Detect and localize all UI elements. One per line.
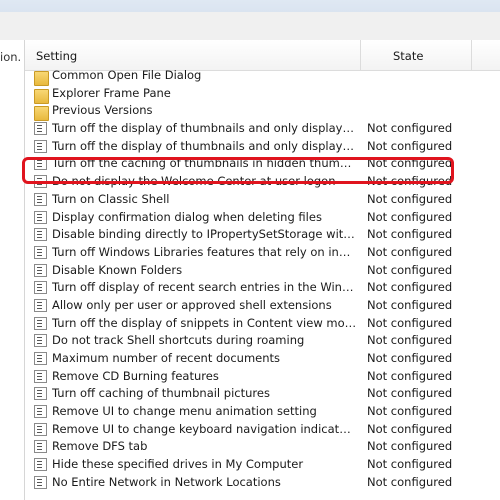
policy-setting-icon xyxy=(34,122,47,136)
policy-state: Not configured xyxy=(367,315,453,330)
folder-row[interactable]: Explorer Frame Pane xyxy=(25,85,500,104)
settings-rows: Common Open File Dialog Explorer Frame P… xyxy=(25,67,500,492)
policy-setting-icon xyxy=(34,263,47,277)
column-header-setting[interactable]: Setting xyxy=(25,40,361,70)
toolbar-area xyxy=(0,12,500,40)
policy-setting-icon xyxy=(34,352,47,365)
policy-state: Not configured xyxy=(367,244,453,259)
policy-state: Not configured xyxy=(367,333,453,348)
policy-row[interactable]: Remove CD Burning features Not configured xyxy=(25,368,500,386)
folder-row[interactable]: Previous Versions xyxy=(25,102,500,122)
policy-row[interactable]: Remove UI to change keyboard navigation … xyxy=(25,421,500,439)
policy-setting-icon xyxy=(34,475,47,489)
policy-setting-icon xyxy=(34,298,47,312)
policy-name: Maximum number of recent documents xyxy=(52,351,281,365)
policy-name: Turn on Classic Shell xyxy=(52,191,170,206)
policy-name: Remove CD Burning features xyxy=(52,368,219,383)
policy-setting-icon xyxy=(34,245,47,259)
policy-name: Turn off caching of thumbnail pictures xyxy=(52,386,270,401)
policy-row[interactable]: Turn off the display of thumbnails and o… xyxy=(25,120,500,138)
policy-state: Not configured xyxy=(367,457,453,472)
folder-row[interactable]: Common Open File Dialog xyxy=(25,67,500,86)
policy-state: Not configured xyxy=(367,138,453,153)
policy-row[interactable]: Do not track Shell shortcuts during roam… xyxy=(25,332,500,350)
policy-row[interactable]: Turn off the display of snippets in Cont… xyxy=(25,315,500,333)
policy-state: Not configured xyxy=(367,368,453,383)
window-top-strip xyxy=(0,0,500,41)
folder-name: Common Open File Dialog xyxy=(52,68,202,82)
policy-state: Not configured xyxy=(367,280,453,295)
policy-row[interactable]: Turn off caching of thumbnail pictures No… xyxy=(25,385,500,403)
policy-name: Turn off display of recent search entrie… xyxy=(52,280,357,295)
policy-row[interactable]: Turn off Windows Libraries features that… xyxy=(25,244,500,262)
column-header-state-label: State xyxy=(393,49,424,63)
policy-state: Not configured xyxy=(367,262,453,277)
policy-name: Turn off the display of thumbnails and o… xyxy=(52,121,357,136)
policy-setting-icon xyxy=(34,316,47,330)
policy-name: Hide these specified drives in My Comput… xyxy=(52,457,304,472)
policy-state: Not configured xyxy=(367,439,453,454)
policy-name: No Entire Network in Network Locations xyxy=(52,474,281,489)
policy-row[interactable]: Turn off display of recent search entrie… xyxy=(25,279,500,297)
policy-state: Not configured xyxy=(367,386,453,401)
folder-name: Previous Versions xyxy=(52,103,153,118)
policy-state: Not configured xyxy=(367,191,453,206)
policy-row[interactable]: Remove DFS tab Not configured xyxy=(25,438,500,456)
policy-row[interactable]: Hide these specified drives in My Comput… xyxy=(25,456,500,474)
policy-name: Allow only per user or approved shell ex… xyxy=(52,297,332,312)
policy-row[interactable]: Turn off the display of thumbnails and o… xyxy=(25,138,500,156)
policy-state: Not configured xyxy=(367,351,453,365)
policy-row[interactable]: No Entire Network in Network Locations No… xyxy=(25,474,500,492)
policy-setting-icon xyxy=(34,192,47,206)
highlight-box xyxy=(22,157,454,184)
policy-setting-icon xyxy=(34,369,47,383)
policy-setting-icon xyxy=(34,405,47,419)
policy-state: Not configured xyxy=(367,404,453,419)
folder-name: Explorer Frame Pane xyxy=(52,85,171,100)
column-header-setting-label: Setting xyxy=(36,49,78,63)
policy-setting-icon xyxy=(34,334,47,348)
policy-row[interactable]: Maximum number of recent documents Not co… xyxy=(25,350,500,368)
policy-state: Not configured xyxy=(367,121,453,136)
policy-state: Not configured xyxy=(367,474,453,489)
tree-pane-edge: ion. xyxy=(0,40,25,500)
policy-name: Display confirmation dialog when deletin… xyxy=(52,209,322,224)
column-header-state[interactable]: State xyxy=(361,40,472,70)
policy-row[interactable]: Remove UI to change menu animation setti… xyxy=(25,403,500,421)
policy-name: Turn off the display of thumbnails and o… xyxy=(52,138,357,153)
policy-setting-icon xyxy=(34,228,47,242)
policy-state: Not configured xyxy=(367,421,453,436)
policy-name: Remove UI to change keyboard navigation … xyxy=(52,421,357,436)
policy-row[interactable]: Allow only per user or approved shell ex… xyxy=(25,297,500,315)
policy-setting-icon xyxy=(34,210,47,224)
policy-setting-icon xyxy=(34,422,47,436)
policy-name: Remove UI to change menu animation setti… xyxy=(52,404,317,419)
policy-setting-icon xyxy=(34,387,47,401)
policy-setting-icon xyxy=(34,458,47,472)
policy-name: Do not track Shell shortcuts during roam… xyxy=(52,333,305,348)
policy-state: Not configured xyxy=(367,297,453,312)
policy-state: Not configured xyxy=(367,209,453,224)
policy-name: Turn off Windows Libraries features that… xyxy=(52,244,357,259)
policy-setting-icon xyxy=(34,281,47,295)
policy-row[interactable]: Disable binding directly to IPropertySet… xyxy=(25,226,500,244)
policy-row[interactable]: Disable Known Folders Not configured xyxy=(25,262,500,280)
policy-setting-icon xyxy=(34,440,47,454)
policy-row[interactable]: Turn on Classic Shell Not configured xyxy=(25,191,500,209)
policy-name: Remove DFS tab xyxy=(52,439,148,454)
policy-name: Disable Known Folders xyxy=(52,262,183,277)
policy-setting-icon xyxy=(34,139,47,153)
settings-list-pane: ion. Setting State Common Open File Dial… xyxy=(0,40,500,500)
policy-state: Not configured xyxy=(367,227,453,242)
policy-name: Turn off the display of snippets in Cont… xyxy=(52,315,357,330)
policy-row[interactable]: Display confirmation dialog when deletin… xyxy=(25,209,500,227)
policy-name: Disable binding directly to IPropertySet… xyxy=(52,227,357,242)
tree-pane-cut-text: ion. xyxy=(0,50,22,64)
